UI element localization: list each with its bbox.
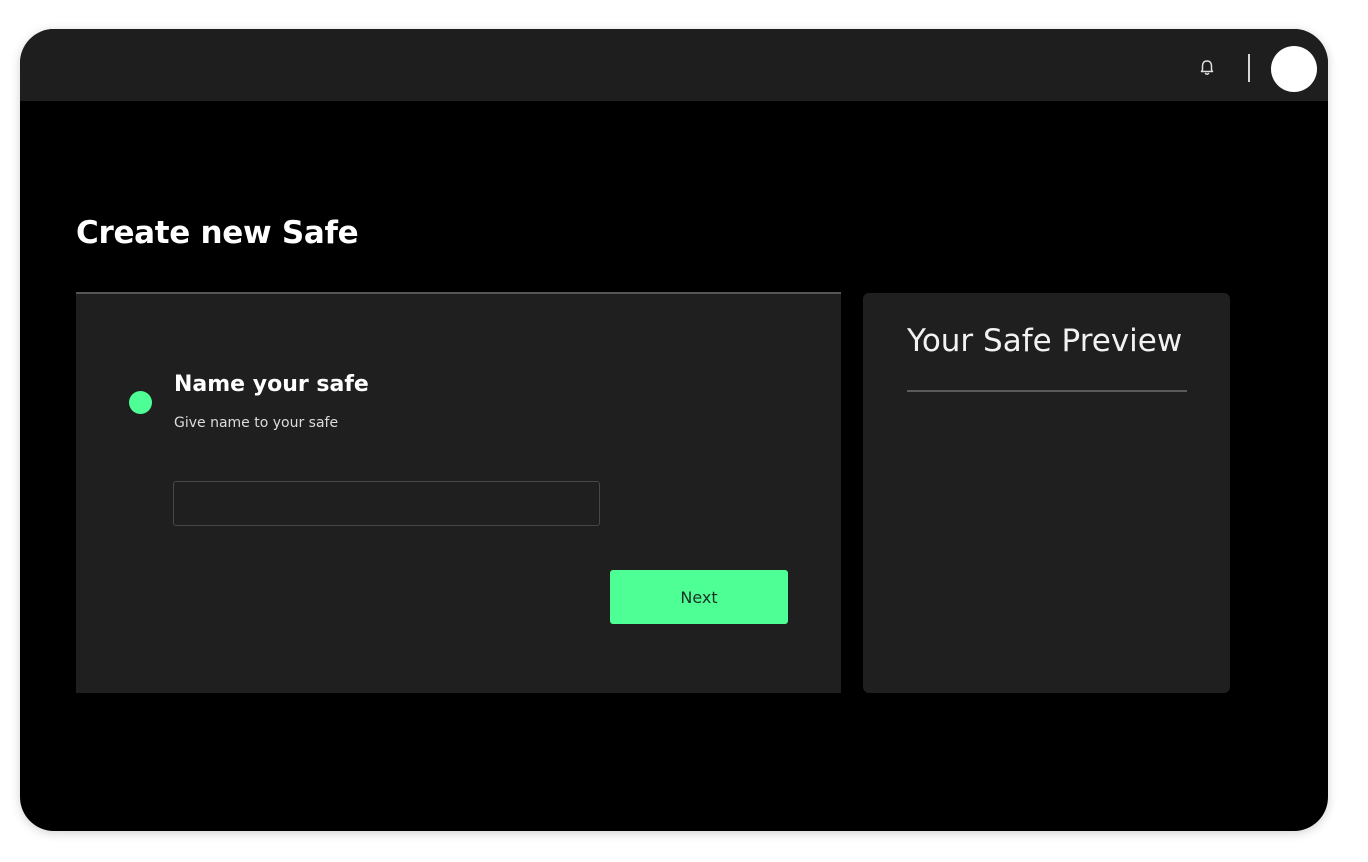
top-bar: [20, 29, 1328, 101]
safe-preview-card: Your Safe Preview: [863, 293, 1230, 693]
create-safe-form-card: Name your safe Give name to your safe Ne…: [76, 292, 841, 693]
app-window: Create new Safe Name your safe Give name…: [20, 29, 1328, 831]
bell-icon[interactable]: [1196, 57, 1218, 79]
avatar[interactable]: [1271, 46, 1317, 92]
preview-divider: [907, 390, 1187, 392]
bell-icon-glyph: [1200, 60, 1214, 75]
next-button[interactable]: Next: [610, 570, 788, 624]
step-subtitle: Give name to your safe: [174, 415, 339, 431]
header-divider: [1248, 54, 1250, 82]
step-title: Name your safe: [174, 372, 369, 397]
safe-name-input[interactable]: [173, 481, 600, 526]
step-status-dot: [129, 391, 152, 414]
page-title: Create new Safe: [76, 215, 359, 251]
preview-title: Your Safe Preview: [907, 323, 1183, 359]
